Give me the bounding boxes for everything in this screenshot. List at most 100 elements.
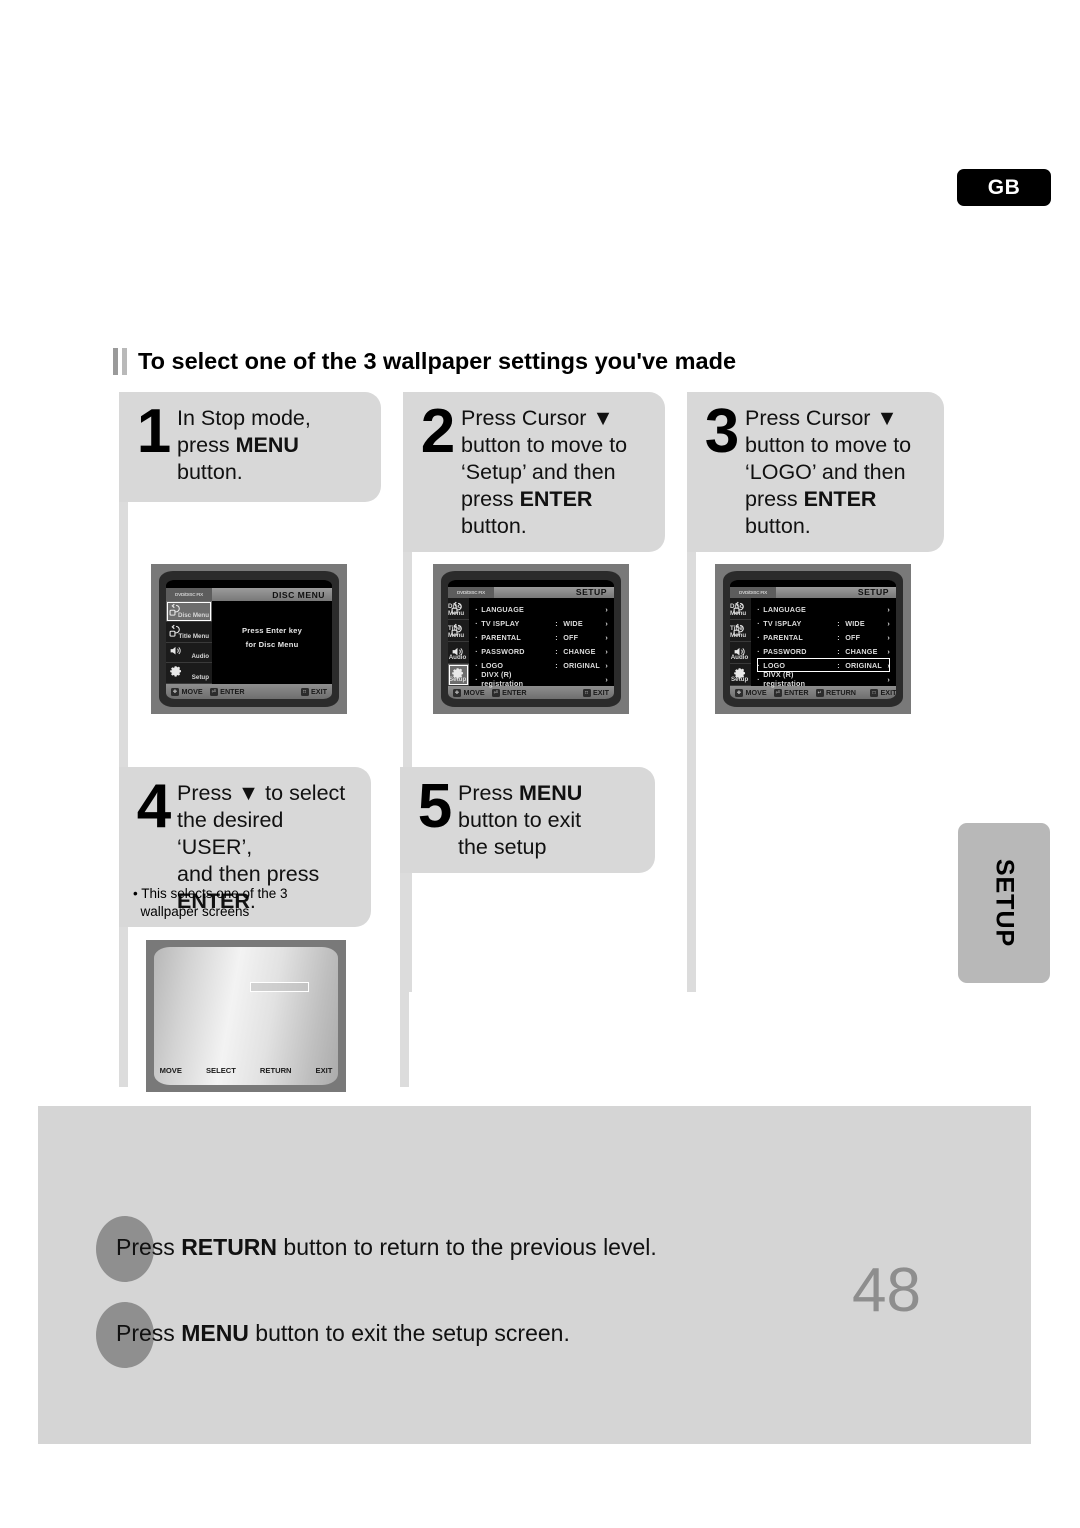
osd-footer-action: □ EXIT [582,688,609,697]
tv-screen-inner: DVD/DISC FIX SETUP Disc Menu Title Menu Audi… [441,571,621,707]
wallpaper-footer-label: MOVE [159,1066,182,1076]
osd-menu-row[interactable]: · TV ISPLAY: WIDE › [475,616,608,630]
osd-sidebar-item[interactable]: Disc Menu [730,598,752,621]
osd-title: SETUP [575,587,607,598]
osd-topbar [730,580,896,587]
heading-accent-icon [113,348,127,375]
osd-sidebar: Disc Menu Title Menu Audio Setup [448,598,470,687]
osd-menu-row[interactable]: · LANGUAGE › [475,602,608,616]
step-number: 1 [136,397,172,466]
osd-footer-key-icon: □ [582,688,591,697]
osd-sidebar-item[interactable]: Title Menu [166,622,212,643]
osd-menu-row-value: WIDE [563,618,583,628]
page-number: 48 [852,1256,921,1325]
osd: DVD/DISC FIX SETUP Disc Menu Title Menu Audi… [448,580,614,699]
osd-sidebar-item[interactable]: Audio [730,642,752,665]
osd-footer-key-icon: □ [870,688,878,697]
osd-body: Disc Menu Title Menu Audio Setup · LANGUAGE › ·… [448,598,614,689]
osd-menu-row-name: PARENTAL [763,632,803,642]
osd-sidebar-item[interactable]: Setup [448,664,470,687]
osd-menu-row[interactable]: · PASSWORD: CHANGE › [475,644,608,658]
osd-body: Disc Menu Title Menu Audio Setup Press Enter… [166,601,332,684]
manual-page: GB SETUP To select one of the 3 wallpape… [0,0,1080,1528]
osd-menu-row[interactable]: · TV ISPLAY: WIDE › [757,616,890,630]
speaker-icon [169,645,182,658]
osd-title-row: DVD/DISC FIX SETUP [448,586,614,599]
osd-menu-row-colon: : [555,618,558,628]
osd-menu-row-name: PASSWORD [763,646,807,656]
osd-menu-row-colon: : [837,646,840,656]
region-badge: GB [957,169,1051,206]
osd-title: DISC MENU [272,589,325,600]
wallpaper-footer-label: EXIT [315,1066,333,1076]
osd-footer-action: □ EXIT [870,688,896,697]
wallpaper-footer-label: SELECT [205,1066,236,1076]
osd-footer-action: ↵ RETURN [815,688,856,697]
osd-menu-row[interactable]: · PARENTAL: OFF › [475,630,608,644]
chevron-right-icon: › [605,646,608,656]
step-box: 5 Press MENU button to exit the setup [400,767,655,873]
osd-menu-row-name: PARENTAL [481,632,521,642]
osd-sidebar-item[interactable]: Disc Menu [448,598,470,621]
step-text: Press MENU button to exit the setup [458,781,583,859]
osd-message: Press Enter key for Disc Menu [242,625,302,649]
osd-menu-row[interactable]: · DIVX (R) registration › [757,670,890,689]
chevron-right-icon: › [605,604,608,614]
wallpaper-selection-box[interactable] [249,981,309,992]
osd-main: · LANGUAGE › · TV ISPLAY: WIDE › · PARENTAL: OFF ›… [469,598,614,689]
osd-menu-row-name: TV ISPLAY [763,618,802,628]
osd-menu-row[interactable]: · PARENTAL: OFF › [757,630,890,644]
osd-footer-key-icon: ⏎ [773,688,782,697]
osd-sidebar-item[interactable]: Audio [448,642,470,665]
osd-footer-label: MOVE [463,688,485,698]
title-menu-icon [169,624,182,637]
osd-topbar [448,580,614,587]
osd-sidebar-item[interactable]: Title Menu [730,620,752,643]
osd-tag: DVD/DISC FIX [166,588,212,601]
speaker-icon [733,645,746,658]
wallpaper-footer-label: RETURN [259,1066,292,1076]
osd-menu-row-name: TV ISPLAY [481,618,520,628]
osd-footer-label: ENTER [784,688,809,698]
osd-sidebar-item[interactable]: Disc Menu [166,601,212,622]
step-note: • This selects one of the 3 wallpaper sc… [133,886,288,919]
bottom-notes-panel: Press RETURN button to return to the pre… [38,1106,1031,1444]
osd-topbar [166,580,332,588]
osd-footer-key-icon: ⏎ [209,687,218,696]
osd-menu-row-name: DIVX (R) registration [763,670,806,689]
step-text: In Stop mode, press MENU button. [177,406,311,484]
osd-menu-row-value: WIDE [845,618,865,628]
osd-menu-row-colon: : [837,618,840,628]
osd-menu-row-name: DIVX (R) registration [481,670,524,689]
osd-menu-row[interactable]: · PASSWORD: CHANGE › [757,644,890,658]
osd-menu-row-value: OFF [845,632,861,642]
osd-footer-action: ✥ MOVE [453,688,485,697]
osd-sidebar-item[interactable]: Setup [166,663,212,684]
title-menu-icon [733,623,746,636]
osd-title-row: DVD/DISC FIX SETUP [730,586,896,599]
osd-footer-action: ⏎ ENTER [773,688,809,698]
tv-screen-illustration: DVD/DISC FIX SETUP Disc Menu Title Menu Audi… [433,564,629,714]
chevron-right-icon: › [887,646,890,656]
section-tab-label: SETUP [990,858,1019,948]
step-box: 1 In Stop mode, press MENU button. [119,392,381,502]
step-number: 3 [704,397,740,466]
gear-icon [733,667,746,680]
osd-menu-row-colon: : [837,660,840,670]
osd-menu-row[interactable]: · DIVX (R) registration › [475,670,608,689]
osd-main: Press Enter key for Disc Menu [212,601,332,684]
osd-sidebar-item[interactable]: Title Menu [448,620,470,643]
osd-footer-label: MOVE [181,687,203,696]
osd-sidebar-item[interactable]: Setup [730,664,752,687]
osd-tag: DVD/DISC FIX [448,586,494,599]
osd-sidebar-item[interactable]: Audio [166,643,212,664]
osd-menu-row-name: LANGUAGE [763,604,806,614]
osd-sidebar-label: Title Menu [178,632,209,640]
tv-screen-illustration: DVD/DISC FIX DISC MENU Disc Menu Title Menu… [151,564,347,714]
osd-footer-label: ENTER [220,687,245,696]
step-number: 2 [420,397,456,466]
osd-footer-label: EXIT [880,688,897,698]
osd-menu-row[interactable]: · LANGUAGE › [757,602,890,616]
chevron-right-icon: › [605,618,608,628]
osd-menu-row-name: LANGUAGE [481,604,524,614]
